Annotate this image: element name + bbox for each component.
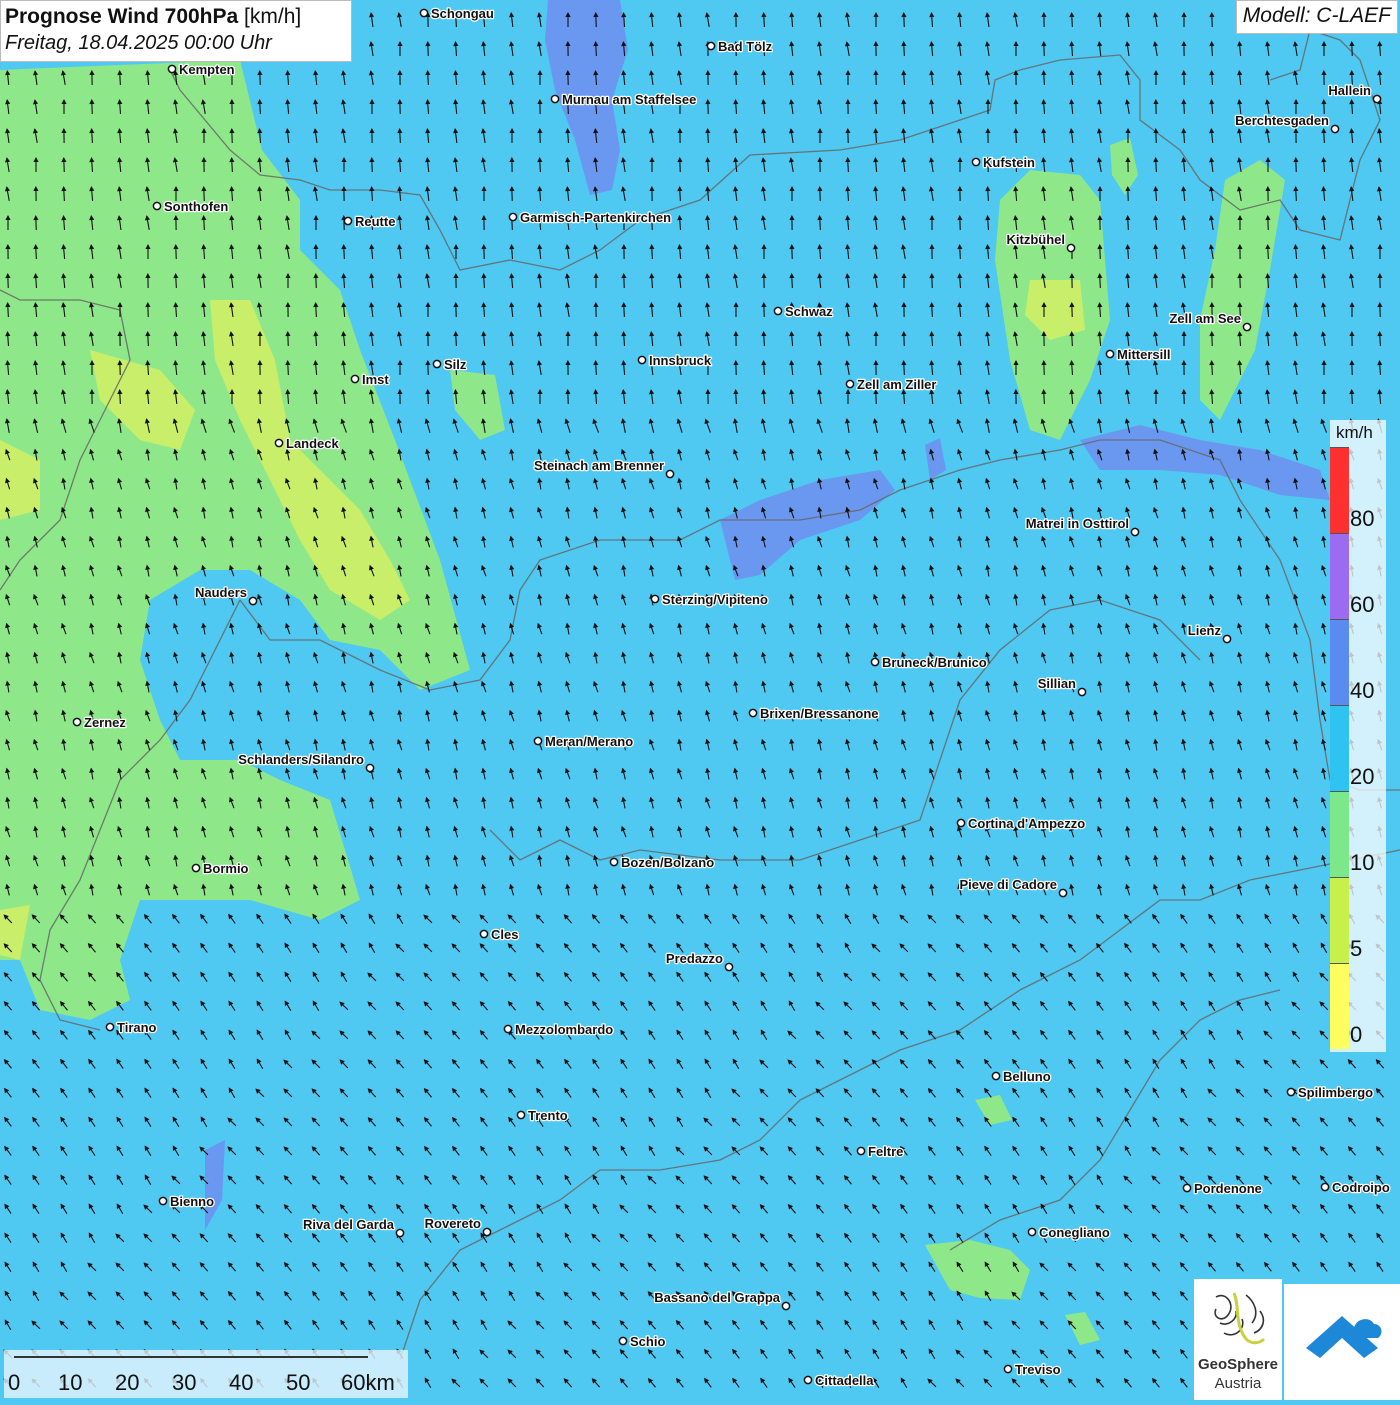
wind-map: SchongauBad TölzKemptenMurnau am Staffel… bbox=[0, 0, 1400, 1400]
